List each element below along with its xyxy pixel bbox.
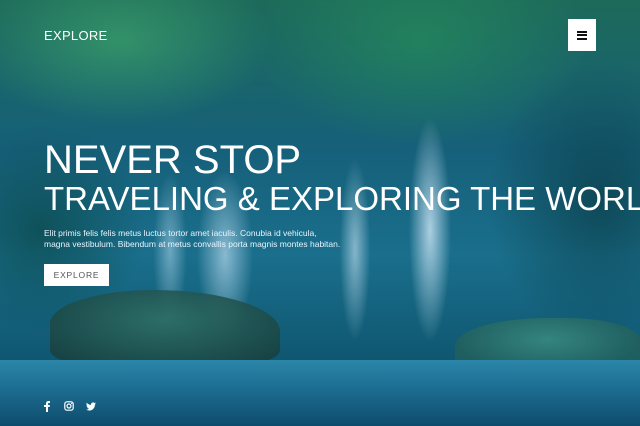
instagram-icon[interactable] xyxy=(64,400,74,412)
water-decoration xyxy=(0,360,640,426)
hamburger-menu-icon xyxy=(577,30,587,40)
twitter-icon[interactable] xyxy=(86,400,96,412)
explore-button[interactable]: EXPLORE xyxy=(44,264,109,286)
hero-title-line2: TRAVELING & EXPLORING THE WORLD xyxy=(44,180,640,217)
social-links xyxy=(42,400,96,412)
menu-button[interactable] xyxy=(568,19,596,51)
hero-title-line1: NEVER STOP xyxy=(44,138,302,182)
site-logo[interactable]: EXPLORE xyxy=(44,28,108,43)
rocks-decoration xyxy=(50,290,280,365)
hero-description: Elit primis felis felis metus luctus tor… xyxy=(44,228,341,249)
facebook-icon[interactable] xyxy=(42,400,52,412)
hero-background: EXPLORE NEVER STOP TRAVELING & EXPLORING… xyxy=(0,0,640,426)
